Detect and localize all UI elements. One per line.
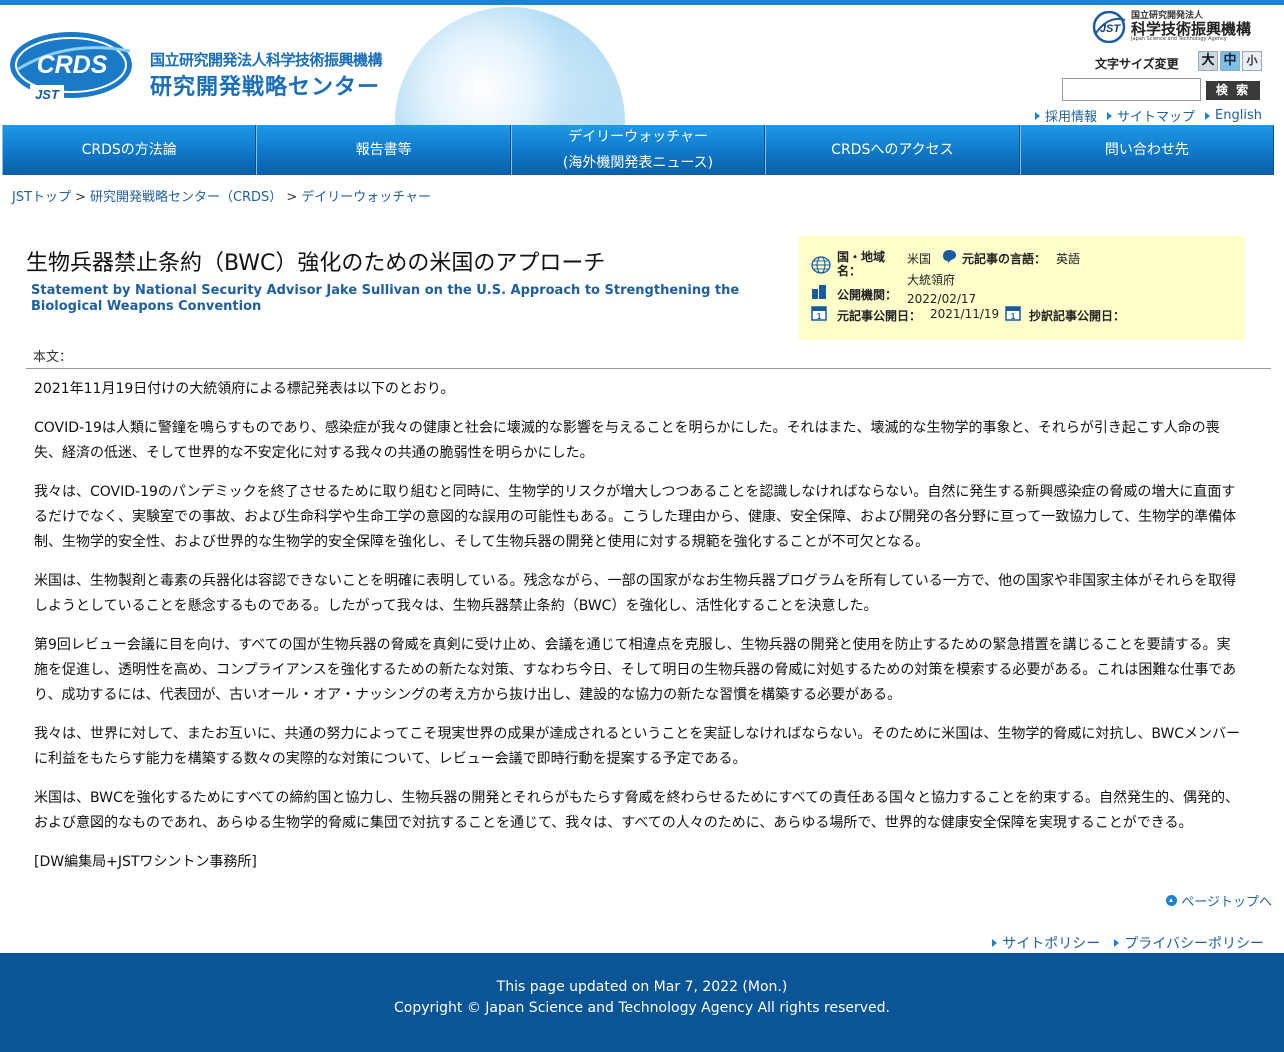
paragraph: 第9回レビュー会議に目を向け、すべての国が生物兵器の脅威を真剣に受け止め、会議を… bbox=[34, 637, 1237, 703]
article-title: 生物兵器禁止条約（BWC）強化のための米国のアプローチ bbox=[26, 251, 606, 276]
translation-date-label: 抄訳記事公開日： bbox=[1029, 309, 1126, 323]
jst-org-english: Japan Science and Technology Agency bbox=[1131, 36, 1227, 42]
nav-contact[interactable]: 問い合わせ先 bbox=[1019, 125, 1275, 175]
article-info-box: 国・地域名： 米国 元記事の言語： 英語 大統領府 公開機関： 2022/02/… bbox=[799, 236, 1245, 340]
svg-text:1: 1 bbox=[1011, 312, 1016, 321]
language-label: 元記事の言語： bbox=[962, 252, 1047, 266]
svg-text:1: 1 bbox=[817, 312, 822, 321]
nav-methodology[interactable]: CRDSの方法論 bbox=[2, 125, 257, 175]
paragraph: 我々は、世界に対して、またお互いに、共通の努力によってこそ現実世界の成果が達成さ… bbox=[34, 726, 1241, 767]
paragraph: 2021年11月19日付けの大統領府による標記発表は以下のとおり。 bbox=[34, 381, 455, 397]
svg-text:JST: JST bbox=[35, 87, 60, 102]
globe-icon bbox=[811, 256, 831, 274]
search-input[interactable] bbox=[1062, 78, 1201, 101]
calendar-icon: 1 bbox=[1005, 306, 1021, 321]
breadcrumb-crds[interactable]: 研究開発戦略センター（CRDS） bbox=[90, 190, 282, 205]
paragraph: 我々は、COVID-19のパンデミックを終了させるために取り組むと同時に、生物学… bbox=[34, 484, 1237, 550]
paragraph: 米国は、BWCを強化するためにすべての締約国と協力し、生物兵器の開発とそれらがも… bbox=[34, 790, 1239, 831]
translation-date-value: 2022/02/17 bbox=[907, 292, 977, 306]
original-date-label: 元記事公開日： bbox=[837, 309, 922, 323]
speech-icon bbox=[943, 250, 956, 263]
article-subtitle: Statement by National Security Advisor J… bbox=[31, 283, 740, 314]
language-value: 英語 bbox=[1056, 252, 1081, 266]
breadcrumb-jst-top[interactable]: JSTトップ bbox=[12, 190, 71, 205]
agency-value: 大統領府 bbox=[907, 273, 956, 287]
nav-daily-watcher[interactable]: デイリーウォッチャー (海外機関発表ニュース) bbox=[510, 125, 766, 175]
jst-logo[interactable]: JST bbox=[1092, 11, 1128, 43]
article-body: 2021年11月19日付けの大統領府による標記発表は以下のとおり。 COVID-… bbox=[34, 377, 1242, 889]
font-size-small-button[interactable]: 小 bbox=[1242, 51, 1262, 71]
font-size-medium-button[interactable]: 中 bbox=[1220, 51, 1240, 71]
nav-access[interactable]: CRDSへのアクセス bbox=[765, 125, 1020, 175]
footer-updated: This page updated on Mar 7, 2022 (Mon.) bbox=[496, 979, 788, 995]
privacy-policy-link[interactable]: プライバシーポリシー bbox=[1114, 933, 1264, 953]
paragraph: [DW編集局+JSTワシントン事務所] bbox=[34, 854, 257, 870]
org-name: 国立研究開発法人科学技術振興機構 bbox=[150, 51, 383, 69]
agency-label: 公開機関： bbox=[837, 288, 898, 302]
arrow-right-icon bbox=[1114, 939, 1120, 947]
paragraph: COVID-19は人類に警鐘を鳴らすものであり、感染症が我々の健康と社会に壊滅的… bbox=[34, 420, 1220, 461]
nav-reports[interactable]: 報告書等 bbox=[256, 125, 511, 175]
center-name[interactable]: 研究開発戦略センター bbox=[150, 69, 380, 101]
calendar-icon: 1 bbox=[811, 306, 827, 321]
recruit-link[interactable]: 採用情報 bbox=[1035, 106, 1097, 125]
svg-text:JST: JST bbox=[1100, 23, 1121, 35]
main-nav: CRDSの方法論 報告書等 デイリーウォッチャー (海外機関発表ニュース) CRD… bbox=[2, 125, 1275, 175]
font-size-large-button[interactable]: 大 bbox=[1198, 51, 1218, 71]
page-top-link[interactable]: ページトップへ bbox=[1166, 891, 1272, 910]
region-label: 国・地域名： bbox=[837, 250, 886, 278]
font-size-label: 文字サイズ変更 bbox=[1095, 57, 1179, 71]
site-policy-link[interactable]: サイトポリシー bbox=[992, 933, 1100, 953]
crds-logo[interactable]: CRDS JST bbox=[8, 29, 136, 103]
divider bbox=[26, 368, 1271, 369]
svg-text:CRDS: CRDS bbox=[37, 51, 108, 79]
building-icon bbox=[812, 285, 826, 299]
region-value: 米国 bbox=[907, 252, 932, 266]
english-link[interactable]: English bbox=[1205, 106, 1262, 125]
arrow-right-icon bbox=[1107, 111, 1113, 120]
arrow-right-icon bbox=[992, 939, 998, 947]
utility-links: 採用情報 サイトマップ English bbox=[1035, 106, 1262, 125]
body-label: 本文： bbox=[33, 350, 73, 365]
breadcrumb: JSTトップ > 研究開発戦略センター（CRDS） > デイリーウォッチャー bbox=[12, 190, 432, 205]
arrow-up-icon bbox=[1166, 895, 1178, 906]
search-button[interactable]: 検 索 bbox=[1206, 81, 1260, 100]
footer-copyright: Copyright © Japan Science and Technology… bbox=[394, 1000, 890, 1016]
footer-links: サイトポリシー プライバシーポリシー bbox=[992, 933, 1264, 953]
breadcrumb-daily-watcher[interactable]: デイリーウォッチャー bbox=[301, 190, 431, 205]
arrow-right-icon bbox=[1205, 111, 1211, 120]
original-date-value: 2021/11/19 bbox=[930, 307, 1000, 321]
paragraph: 米国は、生物製剤と毒素の兵器化は容認できないことを明確に表明している。残念ながら… bbox=[34, 573, 1237, 614]
site-footer: This page updated on Mar 7, 2022 (Mon.) … bbox=[0, 953, 1284, 1052]
site-header: CRDS JST 国立研究開発法人科学技術振興機構 研究開発戦略センター JST… bbox=[0, 5, 1284, 125]
sitemap-link[interactable]: サイトマップ bbox=[1107, 106, 1195, 125]
arrow-right-icon bbox=[1035, 111, 1041, 120]
